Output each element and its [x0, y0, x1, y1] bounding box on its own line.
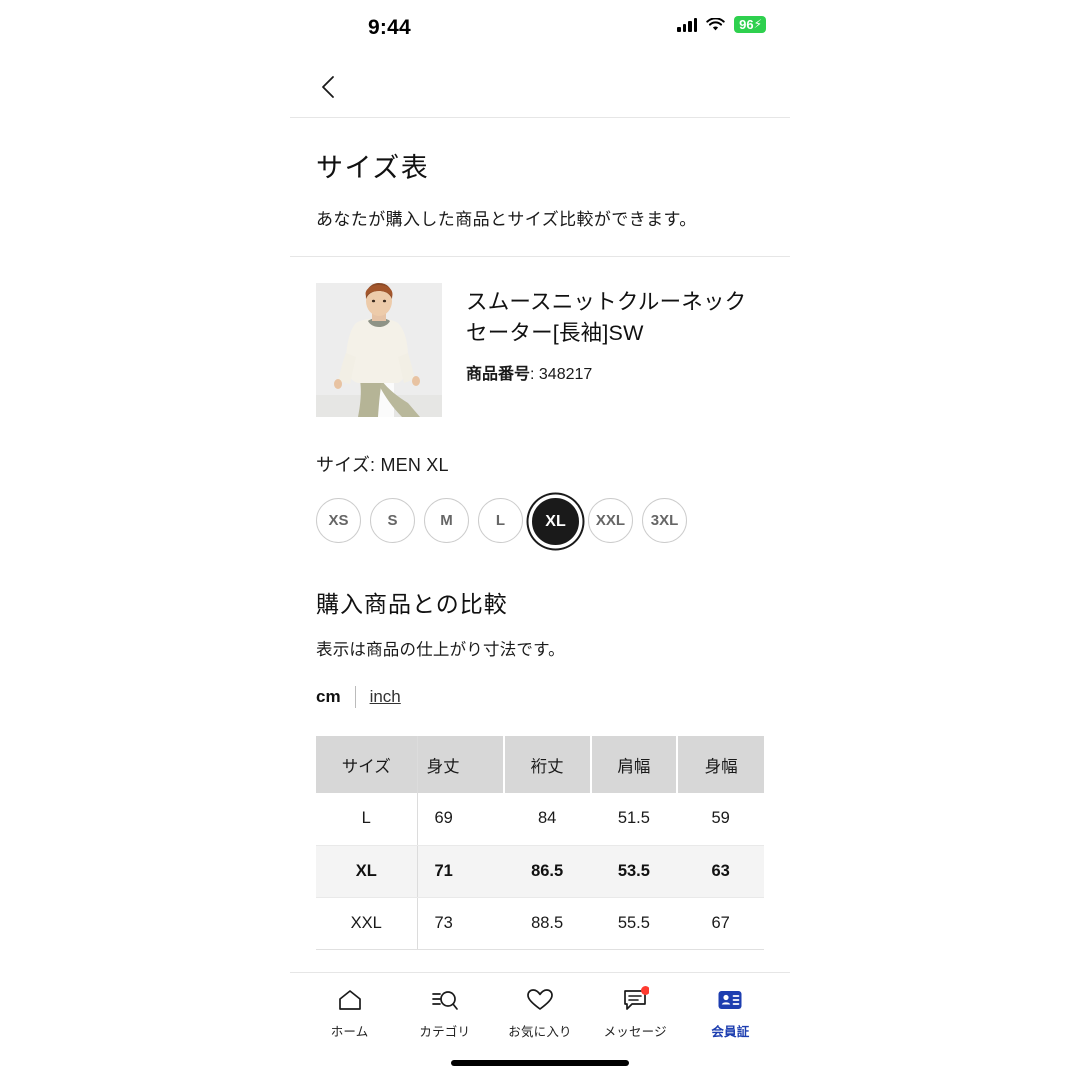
battery-indicator: 96 ⚡ — [734, 16, 766, 33]
home-icon — [338, 989, 361, 1010]
nav-label-category: カテゴリ — [419, 1024, 471, 1039]
unit-option-inch[interactable]: inch — [370, 687, 401, 707]
cell-length: 73 — [417, 897, 504, 950]
col-header-chest: 身幅 — [677, 736, 764, 793]
message-bubble-icon — [624, 985, 650, 1010]
nav-label-messages: メッセージ — [603, 1024, 667, 1039]
size-chip-l[interactable]: L — [478, 498, 523, 543]
size-chip-3xl[interactable]: 3XL — [642, 498, 687, 543]
table-header-row: サイズ 身丈 裄丈 肩幅 身幅 — [316, 736, 764, 793]
table-row: XXL 73 88.5 55.5 67 — [316, 897, 764, 950]
page-subtitle: あなたが購入した商品とサイズ比較ができます。 — [316, 210, 697, 229]
item-number-value: : 348217 — [530, 366, 593, 384]
nav-item-home[interactable]: ホーム — [302, 978, 397, 1040]
selected-size-label: サイズ: MEN XL — [316, 455, 449, 475]
row-size-label: XL — [316, 845, 418, 898]
size-chip-xxl[interactable]: XXL — [588, 498, 633, 543]
item-number-label: 商品番号 — [466, 366, 531, 384]
bottom-navigation: ホーム カテゴリ お気に入り メッセージ 会員証 — [290, 972, 790, 1044]
cell-sleeve: 86.5 — [503, 845, 591, 898]
cell-length: 69 — [417, 793, 504, 846]
size-chip-s[interactable]: S — [370, 498, 415, 543]
chevron-left-icon[interactable] — [316, 74, 342, 100]
nav-item-favorites[interactable]: お気に入り — [492, 978, 587, 1040]
nav-item-membership[interactable]: 会員証 — [683, 978, 778, 1040]
col-header-sleeve: 裄丈 — [503, 736, 592, 793]
home-indicator — [451, 1060, 629, 1066]
nav-item-messages[interactable]: メッセージ — [588, 978, 683, 1040]
membership-card-icon — [718, 990, 742, 1009]
comparison-section: 購入商品との比較 表示は商品の仕上がり寸法です。 cm inch — [290, 545, 790, 708]
size-chip-xl[interactable]: XL — [532, 498, 579, 545]
status-indicators: 96 ⚡ — [677, 16, 766, 33]
table-row: L 69 84 51.5 59 — [316, 793, 764, 846]
battery-level: 96 — [739, 16, 754, 32]
size-table: サイズ 身丈 裄丈 肩幅 身幅 L 69 84 51.5 59 XL 71 86… — [316, 736, 764, 950]
product-summary: スムースニットクルーネックセーター[長袖]SW 商品番号: 348217 — [290, 257, 790, 417]
cell-chest: 59 — [677, 793, 764, 846]
category-search-icon — [431, 990, 458, 1010]
unit-option-cm[interactable]: cm — [316, 687, 341, 707]
comparison-title: 購入商品との比較 — [316, 591, 508, 617]
table-row-selected: XL 71 86.5 53.5 63 — [316, 845, 764, 898]
cell-length: 71 — [417, 845, 504, 898]
size-table-body: L 69 84 51.5 59 XL 71 86.5 53.5 63 XXL 7… — [316, 793, 764, 950]
page-header-block: サイズ表 あなたが購入した商品とサイズ比較ができます。 — [290, 118, 790, 257]
size-table-scroll[interactable]: サイズ 身丈 裄丈 肩幅 身幅 L 69 84 51.5 59 XL 71 86… — [316, 736, 764, 950]
cell-chest: 67 — [677, 897, 764, 950]
wifi-icon — [706, 17, 725, 30]
col-header-size: サイズ — [316, 736, 418, 793]
cell-sleeve: 88.5 — [503, 897, 591, 950]
product-thumbnail[interactable] — [316, 283, 442, 417]
col-header-shoulder: 肩幅 — [590, 736, 679, 793]
nav-label-favorites: お気に入り — [508, 1024, 572, 1039]
nav-label-membership: 会員証 — [711, 1024, 750, 1039]
cell-shoulder: 53.5 — [590, 845, 678, 898]
status-bar: 9:44 96 ⚡ — [290, 0, 790, 56]
page-title: サイズ表 — [316, 153, 430, 183]
cell-sleeve: 84 — [503, 793, 591, 846]
heart-icon — [527, 988, 553, 1010]
nav-label-home: ホーム — [330, 1024, 369, 1039]
cell-shoulder: 51.5 — [590, 793, 678, 846]
row-size-label: XXL — [316, 897, 418, 950]
col-header-length: 身丈 — [417, 736, 505, 793]
cell-chest: 63 — [677, 845, 764, 898]
size-chip-xs[interactable]: XS — [316, 498, 361, 543]
comparison-subtitle: 表示は商品の仕上がり寸法です。 — [316, 641, 565, 659]
size-chip-m[interactable]: M — [424, 498, 469, 543]
size-chip-list: XS S M L XL XXL 3XL — [316, 498, 764, 545]
cell-shoulder: 55.5 — [590, 897, 678, 950]
size-selection-section: サイズ: MEN XL XS S M L XL XXL 3XL — [290, 417, 790, 545]
unit-toggle: cm inch — [316, 686, 764, 708]
size-table-head: サイズ 身丈 裄丈 肩幅 身幅 — [316, 736, 764, 793]
phone-screen: 9:44 96 ⚡ サイズ表 あなたが購入した商品とサイズ比較ができます。 スム… — [290, 0, 790, 1080]
product-image — [316, 283, 442, 417]
product-item-number: 商品番号: 348217 — [466, 360, 764, 384]
row-size-label: L — [316, 793, 418, 846]
product-name: スムースニットクルーネックセーター[長袖]SW — [466, 290, 747, 345]
nav-header — [290, 56, 790, 118]
unit-divider — [354, 686, 356, 708]
product-info: スムースニットクルーネックセーター[長袖]SW 商品番号: 348217 — [466, 283, 764, 417]
status-time: 9:44 — [368, 16, 411, 39]
cellular-signal-icon — [677, 17, 698, 32]
battery-charging-icon: ⚡ — [753, 17, 762, 31]
nav-item-category[interactable]: カテゴリ — [397, 978, 492, 1040]
